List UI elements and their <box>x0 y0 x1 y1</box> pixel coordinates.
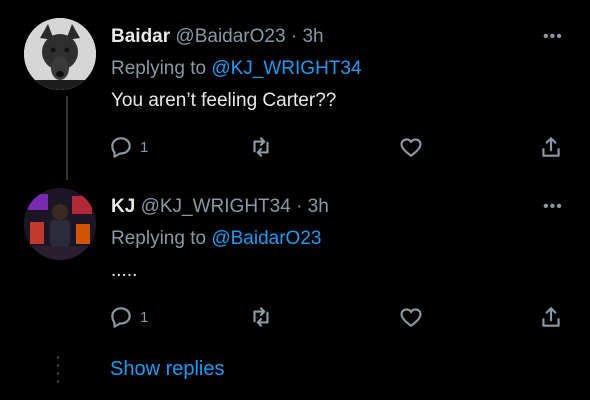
like-icon <box>400 308 422 327</box>
thread-more-dots <box>57 356 59 384</box>
retweet-button[interactable] <box>248 304 274 330</box>
tweet-actions: 1 <box>108 134 568 162</box>
reply-icon <box>111 307 131 328</box>
like-button[interactable] <box>398 134 424 160</box>
tweet-text: ..... <box>111 260 138 281</box>
tweet-header: KJ @KJ_WRIGHT34 · 3h <box>111 196 329 218</box>
share-icon <box>542 307 560 327</box>
handle[interactable]: @BaidarO23 <box>175 26 285 47</box>
share-icon <box>542 137 560 157</box>
retweet-button[interactable] <box>248 134 274 160</box>
like-button[interactable] <box>398 304 424 330</box>
reply-count: 1 <box>140 138 149 156</box>
more-icon[interactable]: ••• <box>543 28 563 46</box>
replying-to-mention[interactable]: @KJ_WRIGHT34 <box>211 58 361 79</box>
dog-avatar-image <box>24 18 96 90</box>
separator: · <box>296 196 303 217</box>
handle[interactable]: @KJ_WRIGHT34 <box>141 196 291 217</box>
reply-button[interactable]: 1 <box>108 134 148 160</box>
share-button[interactable] <box>538 134 564 160</box>
retweet-icon <box>253 307 269 327</box>
more-icon[interactable]: ••• <box>543 198 563 216</box>
avatar[interactable] <box>24 18 96 90</box>
timestamp[interactable]: 3h <box>308 196 329 217</box>
share-button[interactable] <box>538 304 564 330</box>
replying-to: Replying to @BaidarO23 <box>111 228 321 250</box>
thread-connector-line <box>66 96 68 180</box>
tweet-header: Baidar @BaidarO23 · 3h <box>111 26 324 48</box>
reply-button[interactable]: 1 <box>108 304 148 330</box>
timestamp[interactable]: 3h <box>302 26 323 47</box>
replying-to-label: Replying to <box>111 228 207 249</box>
avatar[interactable] <box>24 188 96 260</box>
reply-count: 1 <box>140 308 149 326</box>
replying-to-mention[interactable]: @BaidarO23 <box>211 228 321 249</box>
separator: · <box>290 26 298 47</box>
display-name[interactable]: Baidar <box>111 26 170 47</box>
reply-icon <box>111 137 131 158</box>
show-replies-link[interactable]: Show replies <box>110 358 225 381</box>
replying-to-label: Replying to <box>111 58 207 79</box>
replying-to: Replying to @KJ_WRIGHT34 <box>111 58 362 80</box>
like-icon <box>400 138 422 157</box>
display-name[interactable]: KJ <box>111 196 135 217</box>
profile-avatar-image <box>24 188 96 260</box>
tweet-actions: 1 <box>108 304 568 332</box>
tweet-text: You aren’t feeling Carter?? <box>111 90 337 111</box>
retweet-icon <box>253 137 269 157</box>
